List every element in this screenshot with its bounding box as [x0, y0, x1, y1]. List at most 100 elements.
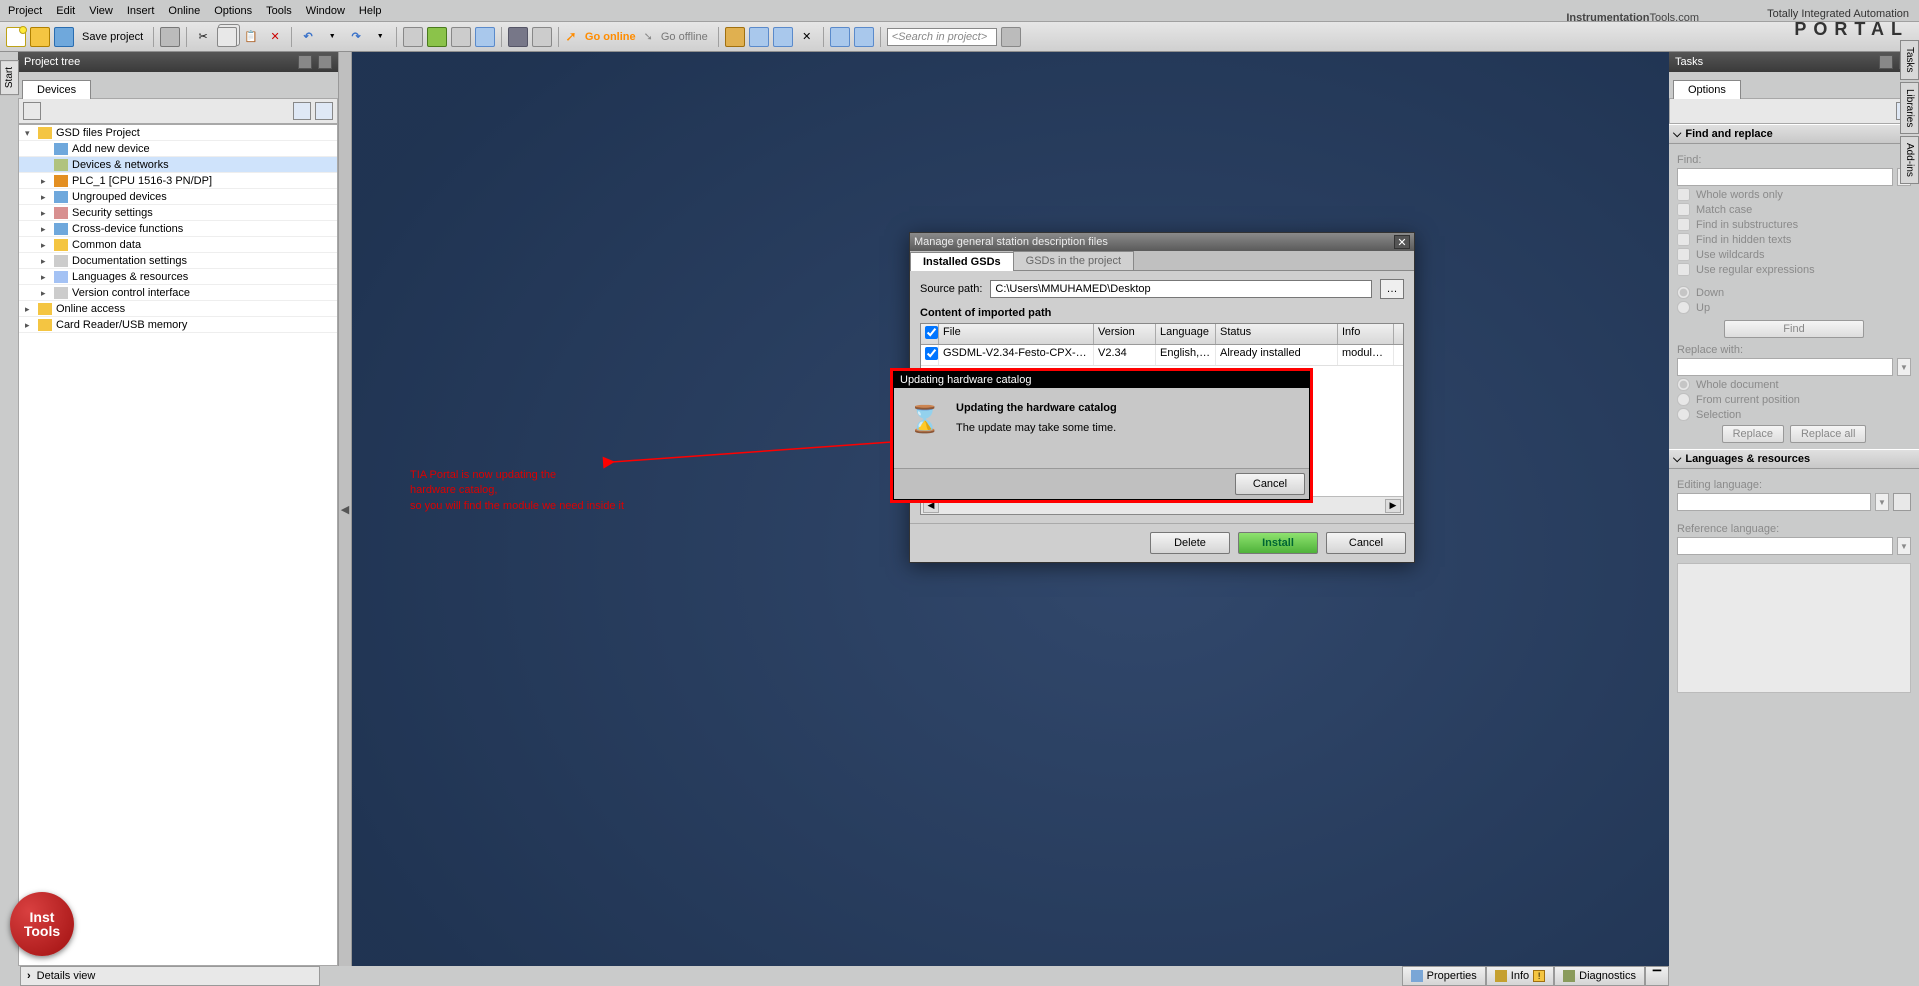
- panel-collapse-icon[interactable]: [318, 55, 332, 69]
- copy-icon[interactable]: [217, 27, 237, 47]
- icon-btn[interactable]: [532, 27, 552, 47]
- search-icon[interactable]: [1001, 27, 1021, 47]
- dropdown-icon[interactable]: ▼: [1897, 537, 1911, 555]
- col-status[interactable]: Status: [1216, 324, 1338, 344]
- devices-tab[interactable]: Devices: [22, 80, 91, 99]
- hidden-checkbox[interactable]: [1677, 233, 1690, 246]
- tree-toolbar-icon[interactable]: [23, 102, 41, 120]
- source-path-input[interactable]: [990, 280, 1372, 298]
- find-input[interactable]: [1677, 168, 1893, 186]
- tree-item[interactable]: Languages & resources: [19, 269, 337, 285]
- expand-icon[interactable]: [41, 271, 50, 283]
- diagnostics-tab[interactable]: Diagnostics: [1554, 966, 1645, 986]
- project-tree[interactable]: GSD files ProjectAdd new deviceDevices &…: [18, 124, 338, 966]
- menu-view[interactable]: View: [89, 5, 113, 17]
- expand-icon[interactable]: [41, 223, 50, 235]
- undo-icon[interactable]: ↶: [298, 27, 318, 47]
- menu-help[interactable]: Help: [359, 5, 382, 17]
- replace-all-button[interactable]: Replace all: [1790, 425, 1866, 443]
- icon-btn[interactable]: [403, 27, 423, 47]
- info-tab[interactable]: Info!: [1486, 966, 1554, 986]
- expand-icon[interactable]: [41, 191, 50, 203]
- tab-start[interactable]: Start: [0, 60, 19, 95]
- left-collapse-grip[interactable]: ◀: [338, 52, 352, 966]
- sim-icon[interactable]: [508, 27, 528, 47]
- tree-item[interactable]: Devices & networks: [19, 157, 337, 173]
- tree-item[interactable]: Documentation settings: [19, 253, 337, 269]
- whole-words-checkbox[interactable]: [1677, 188, 1690, 201]
- expand-icon[interactable]: [41, 239, 50, 251]
- find-replace-header[interactable]: Find and replace: [1685, 128, 1772, 140]
- menu-online[interactable]: Online: [168, 5, 200, 17]
- icon-btn[interactable]: [725, 27, 745, 47]
- expand-icon[interactable]: [41, 207, 50, 219]
- find-button[interactable]: Find: [1724, 320, 1864, 338]
- install-button[interactable]: Install: [1238, 532, 1318, 554]
- select-all-checkbox[interactable]: [925, 326, 938, 339]
- col-version[interactable]: Version: [1094, 324, 1156, 344]
- delete-icon[interactable]: ✕: [265, 27, 285, 47]
- updating-cancel-button[interactable]: Cancel: [1235, 473, 1305, 495]
- tree-item[interactable]: Add new device: [19, 141, 337, 157]
- paste-icon[interactable]: 📋: [241, 27, 261, 47]
- go-online-button[interactable]: Go online: [581, 31, 640, 43]
- cancel-button[interactable]: Cancel: [1326, 532, 1406, 554]
- tree-view-icon[interactable]: [293, 102, 311, 120]
- tree-item[interactable]: GSD files Project: [19, 125, 337, 141]
- icon-btn[interactable]: [749, 27, 769, 47]
- match-case-checkbox[interactable]: [1677, 203, 1690, 216]
- options-tab[interactable]: Options: [1673, 80, 1741, 99]
- replace-dropdown-icon[interactable]: ▼: [1897, 358, 1911, 376]
- redo-dd-icon[interactable]: ▼: [370, 27, 390, 47]
- tree-item[interactable]: Cross-device functions: [19, 221, 337, 237]
- tree-item[interactable]: Card Reader/USB memory: [19, 317, 337, 333]
- download-icon[interactable]: [427, 27, 447, 47]
- expand-icon[interactable]: [25, 319, 34, 331]
- tab-addins[interactable]: Add-ins: [1900, 136, 1919, 184]
- scope-whole-radio[interactable]: [1677, 378, 1690, 391]
- dir-down-radio[interactable]: [1677, 286, 1690, 299]
- split-icon[interactable]: [830, 27, 850, 47]
- tree-view-icon[interactable]: [315, 102, 333, 120]
- tab-installed-gsds[interactable]: Installed GSDs: [910, 252, 1014, 271]
- go-offline-button[interactable]: Go offline: [657, 31, 712, 43]
- chevron-down-icon[interactable]: [1673, 453, 1681, 466]
- undo-dd-icon[interactable]: ▼: [322, 27, 342, 47]
- browse-button[interactable]: …: [1380, 279, 1404, 299]
- upload-icon[interactable]: [451, 27, 471, 47]
- regex-checkbox[interactable]: [1677, 263, 1690, 276]
- tree-item[interactable]: PLC_1 [CPU 1516-3 PN/DP]: [19, 173, 337, 189]
- dropdown-icon[interactable]: ▼: [1875, 493, 1889, 511]
- tab-tasks[interactable]: Tasks: [1900, 40, 1919, 80]
- redo-icon[interactable]: ↷: [346, 27, 366, 47]
- expand-icon[interactable]: [41, 255, 50, 267]
- tree-item[interactable]: Common data: [19, 237, 337, 253]
- replace-input[interactable]: [1677, 358, 1893, 376]
- expand-icon[interactable]: [25, 303, 34, 315]
- col-file[interactable]: File: [939, 324, 1094, 344]
- tree-item[interactable]: Security settings: [19, 205, 337, 221]
- tab-gsds-project[interactable]: GSDs in the project: [1013, 251, 1134, 270]
- panel-icon[interactable]: [298, 55, 312, 69]
- dir-up-radio[interactable]: [1677, 301, 1690, 314]
- editing-language-select[interactable]: [1677, 493, 1871, 511]
- menu-tools[interactable]: Tools: [266, 5, 292, 17]
- tree-item[interactable]: Online access: [19, 301, 337, 317]
- lang-resources-header[interactable]: Languages & resources: [1685, 453, 1810, 465]
- menu-project[interactable]: Project: [8, 5, 42, 17]
- new-project-icon[interactable]: [6, 27, 26, 47]
- expand-icon[interactable]: [41, 175, 50, 187]
- cancel-icon[interactable]: ✕: [797, 27, 817, 47]
- scope-selection-radio[interactable]: [1677, 408, 1690, 421]
- row-checkbox[interactable]: [925, 347, 938, 360]
- details-view-bar[interactable]: Details view: [20, 966, 320, 986]
- project-search-input[interactable]: <Search in project>: [887, 28, 997, 46]
- cut-icon[interactable]: ✂: [193, 27, 213, 47]
- print-icon[interactable]: [160, 27, 180, 47]
- tree-item[interactable]: Version control interface: [19, 285, 337, 301]
- icon-btn[interactable]: [475, 27, 495, 47]
- col-language[interactable]: Language: [1156, 324, 1216, 344]
- delete-button[interactable]: Delete: [1150, 532, 1230, 554]
- properties-tab[interactable]: Properties: [1402, 966, 1486, 986]
- menu-insert[interactable]: Insert: [127, 5, 155, 17]
